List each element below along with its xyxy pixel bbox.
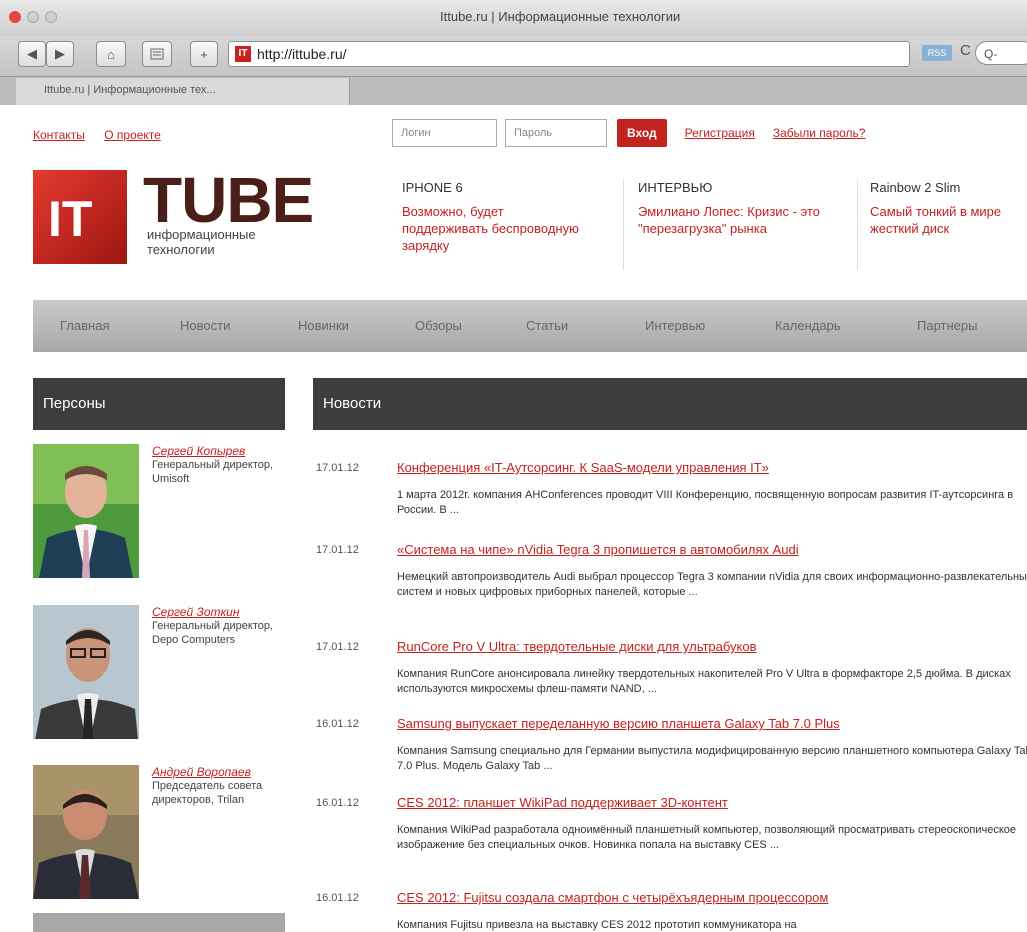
featured-teasers: IPHONE 6 Возможно, будет поддерживать бе… bbox=[402, 180, 1027, 270]
news-excerpt: Компания Samsung специально для Германии… bbox=[397, 745, 1027, 772]
persons-header: Персоны bbox=[33, 378, 285, 430]
person-info: Сергей Копырев Генеральный директор, Umi… bbox=[152, 444, 292, 486]
browser-toolbar: ◀ ▶ ⌂ + IT http://ittube.ru/ RSS C Q- bbox=[0, 36, 1027, 77]
site-logo-mark[interactable]: IT bbox=[33, 170, 127, 264]
about-link[interactable]: О проекте bbox=[104, 128, 161, 142]
news-title-link[interactable]: «Система на чипе» nVidia Tegra 3 пропише… bbox=[397, 542, 799, 557]
person-photo[interactable] bbox=[33, 765, 139, 899]
news-date: 16.01.12 bbox=[316, 797, 359, 809]
tab-bar: Ittube.ru | Информационные тех... bbox=[0, 77, 1027, 106]
news-date: 17.01.12 bbox=[316, 544, 359, 556]
news-excerpt: Компания RunCore анонсировала линейку тв… bbox=[397, 668, 1011, 695]
site-favicon-icon: IT bbox=[235, 46, 251, 62]
reload-icon[interactable]: C bbox=[960, 42, 971, 59]
back-icon: ◀ bbox=[27, 46, 37, 61]
nav-item-interviews[interactable]: Интервью bbox=[645, 318, 705, 333]
web-page: Контакты О проекте Логин Пароль Вход Рег… bbox=[0, 105, 1027, 932]
nav-item-reviews[interactable]: Обзоры bbox=[415, 318, 462, 333]
contacts-link[interactable]: Контакты bbox=[33, 128, 85, 142]
teaser-divider bbox=[623, 180, 624, 270]
bookmarks-button[interactable] bbox=[142, 41, 172, 67]
teaser-tag: Rainbow 2 Slim bbox=[870, 180, 961, 195]
search-icon: Q- bbox=[984, 47, 998, 61]
login-button[interactable]: Вход bbox=[617, 119, 667, 147]
site-logo-word[interactable]: TUBE bbox=[143, 163, 314, 237]
news-excerpt: Компания Fujitsu привезла на выставку CE… bbox=[397, 919, 797, 931]
forward-button[interactable]: ▶ bbox=[46, 41, 74, 67]
home-button[interactable]: ⌂ bbox=[96, 41, 126, 67]
add-bookmark-button[interactable]: + bbox=[190, 41, 218, 67]
news-excerpt: Компания WikiPad разработала одноимённый… bbox=[397, 824, 1017, 851]
nav-item-calendar[interactable]: Календарь bbox=[775, 318, 841, 333]
logo-mark-text: IT bbox=[48, 191, 93, 247]
forward-icon: ▶ bbox=[55, 46, 65, 61]
teaser-link[interactable]: Самый тонкий в мире жесткий диск bbox=[870, 203, 1027, 237]
address-bar[interactable]: IT http://ittube.ru/ bbox=[228, 41, 910, 67]
register-link[interactable]: Регистрация bbox=[685, 126, 755, 140]
teaser-item[interactable]: IPHONE 6 Возможно, будет поддерживать бе… bbox=[402, 180, 587, 254]
address-url[interactable]: http://ittube.ru/ bbox=[257, 46, 347, 62]
main-nav: Главная Новости Новинки Обзоры Статьи Ин… bbox=[33, 300, 1027, 352]
nav-item-new[interactable]: Новинки bbox=[298, 318, 349, 333]
news-date: 17.01.12 bbox=[316, 462, 359, 474]
teaser-link[interactable]: Возможно, будет поддерживать беспроводну… bbox=[402, 203, 587, 254]
person-role: Председатель совета директоров, Trilan bbox=[152, 780, 263, 806]
person-role: Генеральный директор, Depo Computers bbox=[152, 620, 274, 646]
teaser-tag: IPHONE 6 bbox=[402, 180, 463, 195]
news-excerpt: 1 марта 2012г. компания AHConferences пр… bbox=[397, 489, 1014, 516]
teaser-item[interactable]: Rainbow 2 Slim Самый тонкий в мире жестк… bbox=[870, 180, 1027, 237]
nav-item-home[interactable]: Главная bbox=[60, 318, 109, 333]
browser-window: Ittube.ru | Информационные технологии ◀ … bbox=[0, 0, 1027, 932]
news-date: 16.01.12 bbox=[316, 718, 359, 730]
top-links: Контакты О проекте bbox=[33, 128, 177, 142]
login-input[interactable]: Логин bbox=[392, 119, 497, 147]
news-date: 16.01.12 bbox=[316, 892, 359, 904]
site-tagline: информационные технологии bbox=[147, 227, 256, 257]
zoom-window-button[interactable] bbox=[45, 11, 57, 23]
person-photo[interactable] bbox=[33, 444, 139, 578]
close-window-button[interactable] bbox=[9, 11, 21, 23]
sidebar-next-block bbox=[33, 913, 285, 932]
person-info: Сергей Зоткин Генеральный директор, Depo… bbox=[152, 605, 292, 647]
home-icon: ⌂ bbox=[107, 46, 115, 62]
password-input[interactable]: Пароль bbox=[505, 119, 607, 147]
person-name-link[interactable]: Сергей Зоткин bbox=[152, 605, 292, 619]
news-header: Новости bbox=[313, 378, 1027, 430]
news-title-link[interactable]: CES 2012: планшет WikiPad поддерживает 3… bbox=[397, 795, 728, 810]
news-title-link[interactable]: Конференция «IT-Аутсорсинг. К SaaS-модел… bbox=[397, 460, 769, 475]
back-button[interactable]: ◀ bbox=[18, 41, 46, 67]
teaser-divider bbox=[857, 180, 858, 270]
person-role: Генеральный директор, Umisoft bbox=[152, 459, 274, 485]
bookmarks-icon bbox=[150, 48, 164, 60]
teaser-item[interactable]: ИНТЕРВЬЮ Эмилиано Лопес: Кризис - это "п… bbox=[638, 180, 843, 237]
news-date: 17.01.12 bbox=[316, 641, 359, 653]
nav-item-articles[interactable]: Статьи bbox=[526, 318, 568, 333]
nav-item-partners[interactable]: Партнеры bbox=[917, 318, 977, 333]
teaser-tag: ИНТЕРВЬЮ bbox=[638, 180, 713, 195]
window-title: Ittube.ru | Информационные технологии bbox=[440, 9, 681, 24]
minimize-window-button[interactable] bbox=[27, 11, 39, 23]
forgot-password-link[interactable]: Забыли пароль? bbox=[773, 126, 866, 140]
search-field[interactable]: Q- bbox=[975, 41, 1027, 65]
news-title-link[interactable]: Samsung выпускает переделанную версию пл… bbox=[397, 716, 840, 731]
plus-icon: + bbox=[200, 46, 208, 62]
news-title-link[interactable]: CES 2012: Fujitsu создала смартфон с чет… bbox=[397, 890, 828, 905]
title-bar: Ittube.ru | Информационные технологии bbox=[0, 0, 1027, 36]
rss-button[interactable]: RSS bbox=[922, 45, 952, 61]
nav-item-news[interactable]: Новости bbox=[180, 318, 230, 333]
tab-ittube[interactable]: Ittube.ru | Информационные тех... bbox=[16, 78, 350, 105]
person-name-link[interactable]: Андрей Воропаев bbox=[152, 765, 292, 779]
login-form: Логин Пароль Вход Регистрация Забыли пар… bbox=[392, 119, 865, 147]
person-name-link[interactable]: Сергей Копырев bbox=[152, 444, 292, 458]
news-excerpt: Немецкий автопроизводитель Audi выбрал п… bbox=[397, 571, 1027, 598]
news-title-link[interactable]: RunCore Pro V Ultra: твердотельные диски… bbox=[397, 639, 757, 654]
person-info: Андрей Воропаев Председатель совета дире… bbox=[152, 765, 292, 807]
person-photo[interactable] bbox=[33, 605, 139, 739]
teaser-link[interactable]: Эмилиано Лопес: Кризис - это "перезагруз… bbox=[638, 203, 843, 237]
